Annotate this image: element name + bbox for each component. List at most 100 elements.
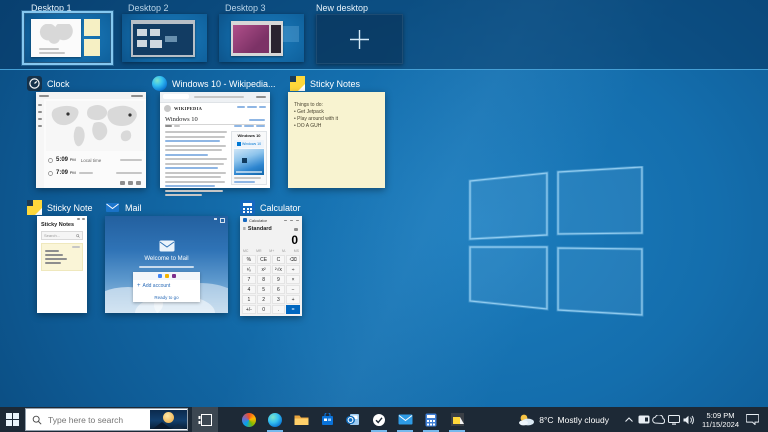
search-input[interactable] xyxy=(46,414,150,426)
weather-condition: Mostly cloudy xyxy=(558,415,610,425)
calc-key: 7 xyxy=(242,275,256,284)
infobox-logo: Windows 10 xyxy=(234,140,264,148)
taskbar-store-button[interactable] xyxy=(314,407,340,432)
calculator-window-title: Calculator xyxy=(260,203,301,213)
mail-add-account-dialog: + Add account Ready to go xyxy=(133,272,200,302)
clock-time: 5:09 PM xyxy=(702,411,739,420)
calc-title: Calculator xyxy=(249,218,267,223)
calc-key: + xyxy=(286,295,300,304)
mini-window xyxy=(131,20,195,57)
new-desktop-button[interactable] xyxy=(316,14,403,64)
taskbar-mail-button[interactable] xyxy=(392,407,418,432)
sticky-note-list-thumbnail[interactable]: Sticky Notes Search... xyxy=(37,216,87,313)
mail-icon xyxy=(105,200,120,215)
sticky-note-text: Things to do:• Get Jetpack• Play around … xyxy=(294,102,379,130)
provider-icon xyxy=(172,274,176,278)
calc-key: 1 xyxy=(242,295,256,304)
sticky-notes-window-thumbnail[interactable]: Things to do:• Get Jetpack• Play around … xyxy=(288,92,385,188)
onedrive-icon[interactable] xyxy=(651,412,666,427)
outlook-icon xyxy=(346,413,360,426)
wiki-tabs-row xyxy=(165,125,265,127)
calc-key: × xyxy=(286,275,300,284)
task-view-button[interactable] xyxy=(192,407,218,432)
network-icon[interactable] xyxy=(666,412,681,427)
calc-memory-row: MCMRM+M-MS xyxy=(243,249,299,253)
search-highlight-image[interactable] xyxy=(150,410,187,429)
sticky-list-note-card xyxy=(41,243,83,271)
taskbar-calculator-button[interactable] xyxy=(418,407,444,432)
search-icon xyxy=(32,415,42,425)
desktop-3-thumbnail[interactable] xyxy=(219,14,304,62)
window-controls xyxy=(284,220,299,221)
clock-window-thumbnail[interactable]: 5:09 PM Local time 7:09 PM xyxy=(36,92,146,188)
desktop-2-thumbnail[interactable] xyxy=(122,14,207,62)
wiki-infobox: Windows 10 Windows 10 xyxy=(231,131,267,185)
taskbar-copilot-button[interactable] xyxy=(236,407,262,432)
pen-tablet-icon[interactable] xyxy=(636,412,651,427)
add-account-label: Add account xyxy=(143,283,171,289)
wiki-paragraphs xyxy=(165,131,227,196)
taskbar-edge-button[interactable] xyxy=(262,407,288,432)
mail-window-title: Mail xyxy=(125,203,142,213)
sticky-notes-icon xyxy=(451,413,464,426)
calc-mode-row: ≡ Standard xyxy=(243,226,272,232)
calc-display: 0 xyxy=(291,233,298,247)
taskbar-outlook-button[interactable] xyxy=(340,407,366,432)
sticky-notes-icon xyxy=(27,200,42,215)
sticky-notes-window-header: Sticky Notes xyxy=(290,76,360,91)
weather-widget[interactable]: 8°C Mostly cloudy xyxy=(512,407,615,432)
mini-clock-window xyxy=(31,19,81,57)
calc-key: 8 xyxy=(257,275,271,284)
clock-nav-rail xyxy=(36,99,44,188)
sticky-list-search: Search... xyxy=(41,231,83,240)
edge-icon xyxy=(152,76,167,91)
taskbar-clock-app-button[interactable] xyxy=(366,407,392,432)
sticky-list-title: Sticky Notes xyxy=(41,222,74,228)
start-button[interactable] xyxy=(0,407,25,432)
taskbar-file-explorer-button[interactable] xyxy=(288,407,314,432)
edge-icon xyxy=(268,413,282,427)
sticky-note-line: • Play around with it xyxy=(294,116,379,123)
calc-key: . xyxy=(272,305,286,314)
taskbar-clock[interactable]: 5:09 PM 11/15/2024 xyxy=(696,411,745,429)
hidden-icons-chevron[interactable] xyxy=(621,412,636,427)
copilot-icon xyxy=(242,413,256,427)
mountain-graphic xyxy=(164,424,187,429)
world-map xyxy=(46,101,144,151)
action-center-icon[interactable] xyxy=(745,412,760,427)
desktop-2-label: Desktop 2 xyxy=(128,3,169,13)
plus-icon: + xyxy=(137,283,141,289)
mail-window-thumbnail[interactable]: Welcome to Mail + Add account Ready to g… xyxy=(105,216,228,313)
calc-key: 5 xyxy=(257,285,271,294)
edge-window-thumbnail[interactable]: WIKIPEDIA Windows 10 Windows 10 xyxy=(160,92,270,188)
desktop-1-thumbnail[interactable] xyxy=(25,14,110,62)
history-icon xyxy=(294,228,298,231)
taskbar-sticky-notes-button[interactable] xyxy=(444,407,470,432)
calc-key: = xyxy=(286,305,300,314)
sticky-note-list-header: Sticky Note xyxy=(27,200,93,215)
calculator-icon xyxy=(243,218,247,222)
calc-key: 4 xyxy=(242,285,256,294)
calc-memory-key: MR xyxy=(256,249,261,253)
wiki-header: WIKIPEDIA xyxy=(164,105,202,112)
volume-icon[interactable] xyxy=(681,412,696,427)
calc-titlebar: Calculator xyxy=(240,216,302,224)
provider-icon xyxy=(165,274,169,278)
calculator-icon xyxy=(240,200,255,215)
mini-sticky-note xyxy=(84,39,100,56)
sticky-note-list-title: Sticky Note xyxy=(47,203,93,213)
start-icon xyxy=(6,413,19,426)
calc-memory-key: M+ xyxy=(269,249,274,253)
sticky-note-line: • DO A GUH xyxy=(294,123,379,130)
calc-key: % xyxy=(242,255,256,264)
mail-subtext xyxy=(139,266,194,268)
small-clock-icon xyxy=(48,171,53,176)
store-icon xyxy=(321,413,334,426)
calc-key: ¹⁄ₓ xyxy=(242,265,256,274)
calculator-window-thumbnail[interactable]: Calculator ≡ Standard 0 MCMRM+M-MS %CEC⌫… xyxy=(240,216,302,316)
wiki-header-links xyxy=(237,106,266,108)
taskbar-search-box[interactable] xyxy=(25,408,188,431)
sticky-notes-icon xyxy=(290,76,305,91)
desktop-3-label: Desktop 3 xyxy=(225,3,266,13)
window-controls xyxy=(77,218,85,220)
